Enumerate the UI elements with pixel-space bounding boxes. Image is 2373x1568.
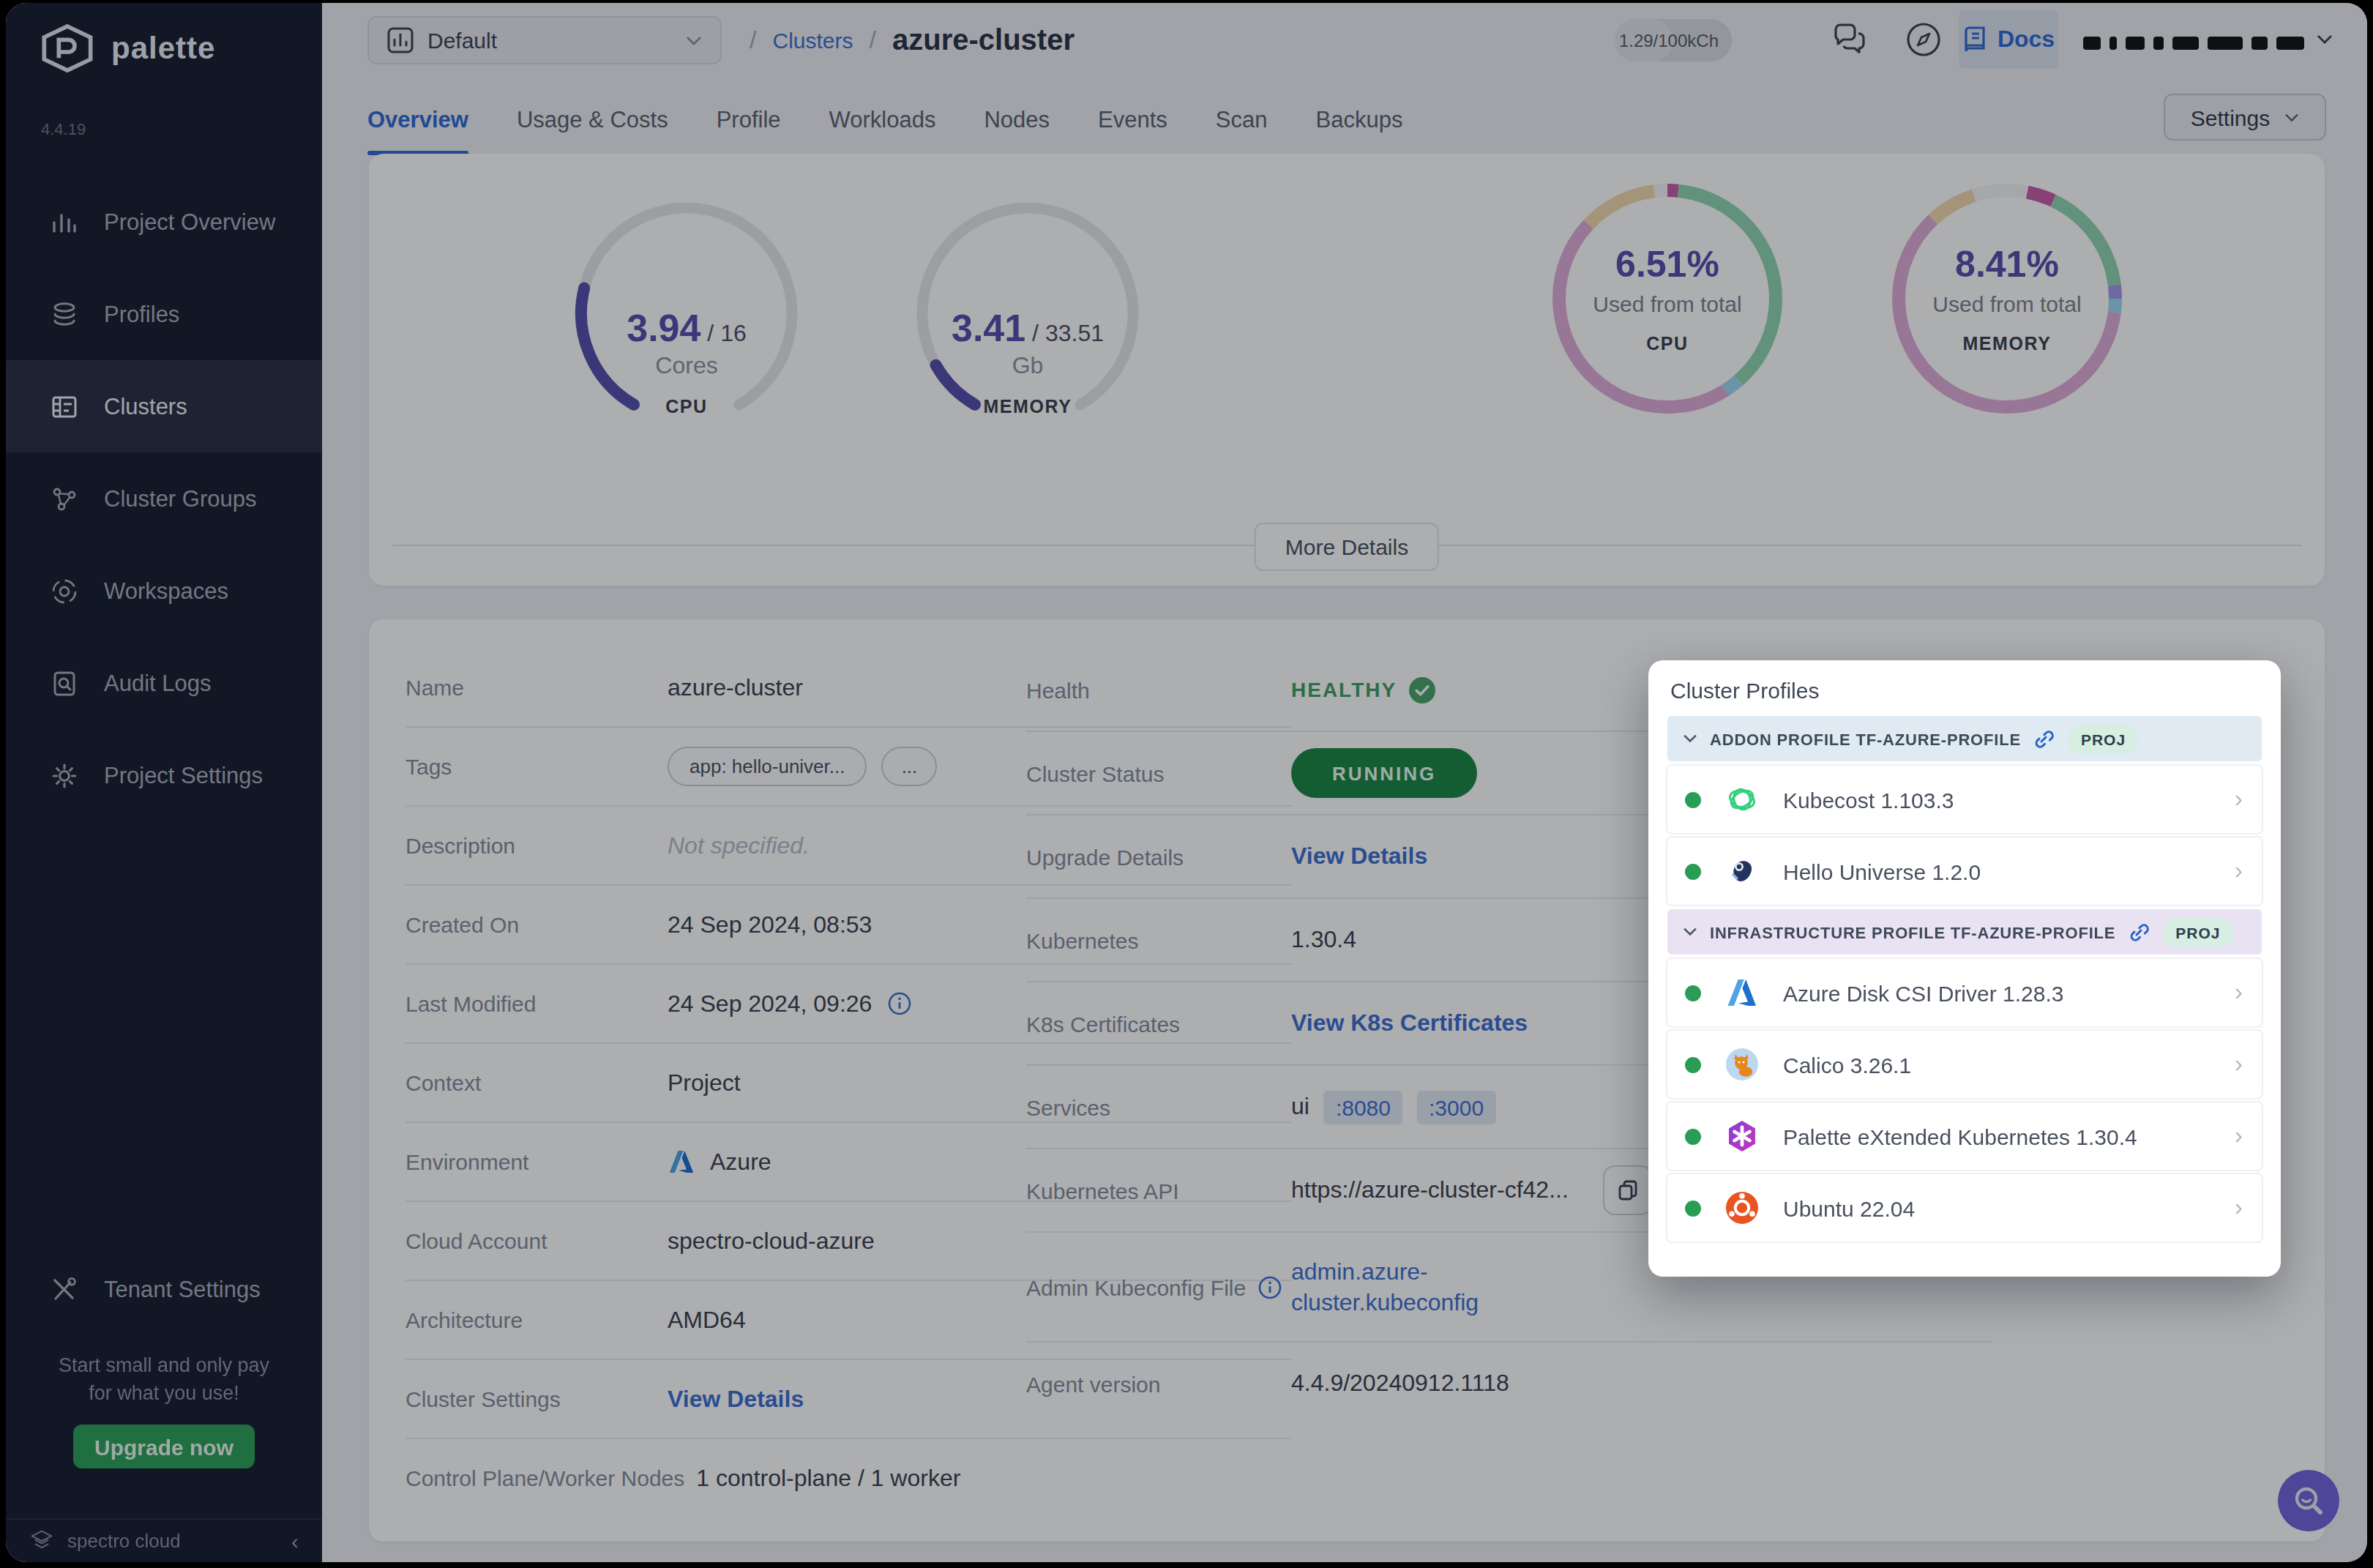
- chevron-right-icon: ›: [2235, 856, 2243, 886]
- popup-body: ADDON PROFILE TF-AZURE-PROFILE PROJ Kube…: [1667, 716, 2262, 1242]
- status-dot: [1685, 1056, 1701, 1072]
- pxk-icon: [1724, 1119, 1760, 1154]
- profile-layer-name: Palette eXtended Kubernetes 1.30.4: [1783, 1124, 2137, 1149]
- status-dot: [1685, 1128, 1701, 1144]
- chevron-right-icon: ›: [2235, 785, 2243, 814]
- profile-layer-name: Azure Disk CSI Driver 1.28.3: [1783, 980, 2063, 1005]
- profile-layer-kubecost[interactable]: Kubecost 1.103.3 ›: [1667, 766, 2262, 833]
- status-dot: [1685, 985, 1701, 1001]
- status-dot: [1685, 863, 1701, 879]
- ubuntu-icon: [1724, 1190, 1760, 1225]
- profile-layer-ubuntu[interactable]: Ubuntu 22.04 ›: [1667, 1174, 2262, 1242]
- kubecost-icon: [1724, 782, 1760, 817]
- proj-badge: PROJ: [2068, 724, 2139, 753]
- hello-universe-icon: [1724, 854, 1760, 889]
- status-dot: [1685, 1200, 1701, 1216]
- profile-layer-name: Hello Universe 1.2.0: [1783, 859, 1981, 884]
- profile-layer-hello-universe[interactable]: Hello Universe 1.2.0 ›: [1667, 837, 2262, 905]
- profile-layer-calico[interactable]: Calico 3.26.1 ›: [1667, 1031, 2262, 1098]
- chevron-right-icon: ›: [2235, 1050, 2243, 1079]
- chevron-down-icon: [1682, 927, 1698, 937]
- infrastructure-profile-header[interactable]: INFRASTRUCTURE PROFILE TF-AZURE-PROFILE …: [1667, 909, 2262, 955]
- app-window: palette 4.4.19 Project Overview Profiles…: [6, 3, 2367, 1562]
- link-icon: [2033, 727, 2056, 750]
- proj-badge: PROJ: [2162, 917, 2233, 947]
- chevron-right-icon: ›: [2235, 1121, 2243, 1151]
- link-icon: [2127, 920, 2150, 944]
- status-dot: [1685, 791, 1701, 807]
- profile-layer-pxk[interactable]: Palette eXtended Kubernetes 1.30.4 ›: [1667, 1102, 2262, 1170]
- popup-title: Cluster Profiles: [1670, 678, 2262, 703]
- calico-icon: [1724, 1047, 1760, 1082]
- profile-layer-name: Ubuntu 22.04: [1783, 1195, 1915, 1220]
- profile-layer-azure-disk[interactable]: Azure Disk CSI Driver 1.28.3 ›: [1667, 959, 2262, 1026]
- infrastructure-profile-label: INFRASTRUCTURE PROFILE TF-AZURE-PROFILE: [1710, 923, 2115, 941]
- azure-icon: [1724, 975, 1760, 1010]
- chevron-down-icon: [1682, 733, 1698, 744]
- profile-layer-name: Kubecost 1.103.3: [1783, 787, 1954, 812]
- addon-profile-label: ADDON PROFILE TF-AZURE-PROFILE: [1710, 730, 2021, 747]
- addon-profile-header[interactable]: ADDON PROFILE TF-AZURE-PROFILE PROJ: [1667, 716, 2262, 761]
- chevron-right-icon: ›: [2235, 1193, 2243, 1222]
- cluster-profiles-popup: Cluster Profiles ADDON PROFILE TF-AZURE-…: [1648, 660, 2281, 1277]
- profile-layer-name: Calico 3.26.1: [1783, 1052, 1911, 1077]
- chevron-right-icon: ›: [2235, 978, 2243, 1007]
